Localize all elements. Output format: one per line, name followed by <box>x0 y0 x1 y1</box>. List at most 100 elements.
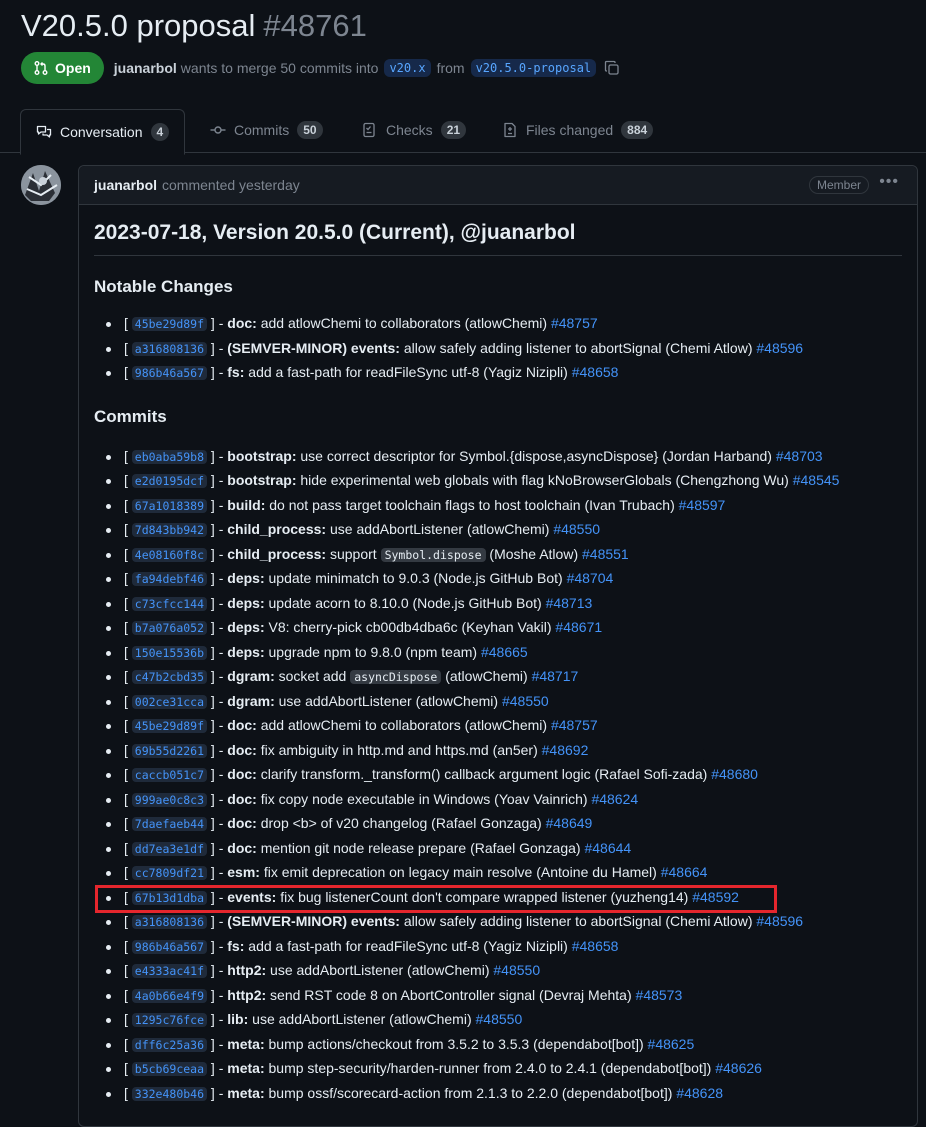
description: update acorn to 8.10.0 (Node.js GitHub B… <box>268 594 542 611</box>
commit-sha-link[interactable]: eb0aba59b8 <box>131 449 208 464</box>
commit-sha-link[interactable]: 986b46a567 <box>131 939 208 954</box>
subsystem: deps <box>227 619 260 635</box>
commit-sha-link[interactable]: a316808136 <box>131 341 208 356</box>
pr-link[interactable]: #48703 <box>776 448 823 464</box>
commit-sha-link[interactable]: 45be29d89f <box>131 719 208 733</box>
tab-checks-label: Checks <box>386 122 433 138</box>
pr-link[interactable]: #48550 <box>493 962 540 978</box>
commit-sha-link[interactable]: fa94debf46 <box>131 572 208 586</box>
copy-icon[interactable] <box>604 60 620 76</box>
list-item: [ 4e08160f8c ] - child_process: support … <box>94 542 902 567</box>
pr-link[interactable]: #48665 <box>481 644 528 660</box>
tab-files-changed-count: 884 <box>621 121 654 139</box>
highlight-box <box>95 885 777 913</box>
pr-link[interactable]: #48550 <box>553 521 600 537</box>
commit-sha-link[interactable]: 45be29d89f <box>131 317 208 331</box>
open-state-badge: Open <box>21 52 104 84</box>
description: use addAbortListener (atlowChemi) <box>252 1011 472 1027</box>
list-item: [ 999ae0c8c3 ] - doc: fix copy node exec… <box>94 787 902 812</box>
description: bump ossf/scorecard-action from 2.1.3 to… <box>268 1084 673 1101</box>
description: update minimatch to 9.0.3 (Node.js GitHu… <box>268 570 563 586</box>
commit-sha-link[interactable]: 67a1018389 <box>131 498 208 513</box>
commit-sha-link[interactable]: 4a0b66e4f9 <box>131 988 208 1003</box>
commit-sha-link[interactable]: 69b55d2261 <box>131 743 208 758</box>
commit-sha-link[interactable]: c73cfcc144 <box>131 596 208 611</box>
pr-link[interactable]: #48628 <box>676 1085 723 1101</box>
pr-author-link[interactable]: juanarbol <box>114 60 177 76</box>
kebab-menu-icon[interactable]: ••• <box>879 173 899 191</box>
description: send RST code 8 on AbortController signa… <box>270 986 632 1003</box>
release-heading: 2023-07-18, Version 20.5.0 (Current), @j… <box>94 221 902 256</box>
pr-link[interactable]: #48551 <box>582 546 629 562</box>
pr-link[interactable]: #48626 <box>715 1060 762 1076</box>
description: clarify transform._transform() callback … <box>260 766 708 782</box>
pr-link[interactable]: #48713 <box>546 595 593 611</box>
pr-link[interactable]: #48596 <box>756 340 803 356</box>
commit-sha-link[interactable]: 7daefaeb44 <box>131 817 208 831</box>
pr-link[interactable]: #48625 <box>648 1036 695 1052</box>
list-item: [ 67a1018389 ] - build: do not pass targ… <box>94 493 902 518</box>
commit-sha-link[interactable]: a316808136 <box>131 915 208 929</box>
commit-sha-link[interactable]: 150e15536b <box>131 645 208 660</box>
tab-checks[interactable]: Checks 21 <box>362 108 467 152</box>
pr-link[interactable]: #48692 <box>542 742 589 758</box>
comment-meta[interactable]: commented yesterday <box>162 177 300 193</box>
description: add a fast-path for readFileSync utf-8 (… <box>248 364 568 380</box>
tab-commits-count: 50 <box>297 121 323 139</box>
commit-sha-link[interactable]: 1295c76fce <box>131 1013 208 1027</box>
pr-link[interactable]: #48545 <box>793 472 840 488</box>
pr-link[interactable]: #48597 <box>679 497 726 513</box>
commit-sha-link[interactable]: c47b2cbd35 <box>131 670 208 684</box>
commit-sha-link[interactable]: 332e480b46 <box>131 1086 208 1101</box>
tab-files-changed[interactable]: Files changed 884 <box>502 108 654 152</box>
commit-sha-link[interactable]: dd7ea3e1df <box>131 841 208 856</box>
pr-link[interactable]: #48658 <box>572 364 619 380</box>
commit-sha-link[interactable]: 4e08160f8c <box>131 547 208 562</box>
commit-sha-link[interactable]: cc7809df21 <box>131 866 208 880</box>
commit-sha-link[interactable]: dff6c25a36 <box>131 1037 208 1052</box>
subsystem: meta <box>227 1035 260 1052</box>
pr-link[interactable]: #48757 <box>551 717 598 733</box>
pr-link[interactable]: #48757 <box>551 315 598 331</box>
pr-link[interactable]: #48658 <box>572 938 619 954</box>
commit-sha-link[interactable]: 999ae0c8c3 <box>131 792 208 807</box>
list-item: [ 45be29d89f ] - doc: add atlowChemi to … <box>94 311 902 336</box>
description: bump step-security/harden-runner from 2.… <box>268 1060 712 1076</box>
commit-sha-link[interactable]: e2d0195dcf <box>131 474 208 488</box>
pr-link[interactable]: #48649 <box>546 815 593 831</box>
list-item: [ b5cb69ceaa ] - meta: bump step-securit… <box>94 1056 902 1081</box>
pr-link[interactable]: #48680 <box>711 766 758 782</box>
commit-sha-link[interactable]: caccb051c7 <box>131 768 208 782</box>
commit-sha-link[interactable]: e4333ac41f <box>131 964 208 978</box>
commit-sha-link[interactable]: b7a076a052 <box>131 621 208 635</box>
head-branch[interactable]: v20.5.0-proposal <box>470 59 597 77</box>
commit-sha-link[interactable]: 7d843bb942 <box>131 523 208 537</box>
tab-commits[interactable]: Commits 50 <box>210 108 323 152</box>
pr-link[interactable]: #48573 <box>636 987 683 1003</box>
tab-conversation[interactable]: Conversation 4 <box>20 109 186 155</box>
description: add a fast-path for readFileSync utf-8 (… <box>248 937 568 954</box>
pr-link[interactable]: #48671 <box>555 619 602 635</box>
comment-card: juanarbol commented yesterday Member •••… <box>78 165 918 1127</box>
pr-link[interactable]: #48717 <box>532 668 579 684</box>
base-branch[interactable]: v20.x <box>384 59 431 77</box>
pr-link[interactable]: #48624 <box>591 791 638 807</box>
pr-link[interactable]: #48550 <box>476 1011 523 1027</box>
pr-link[interactable]: #48550 <box>502 693 549 709</box>
list-item: [ cc7809df21 ] - esm: fix emit deprecati… <box>94 860 902 885</box>
pr-link[interactable]: #48704 <box>567 570 614 586</box>
comment-author[interactable]: juanarbol <box>94 177 157 193</box>
avatar[interactable] <box>21 165 61 205</box>
commit-sha-link[interactable]: 986b46a567 <box>131 366 208 380</box>
description: drop <b> of v20 changelog (Rafael Gonzag… <box>260 815 542 831</box>
subsystem: meta <box>227 1060 260 1076</box>
pr-link[interactable]: #48664 <box>661 864 708 880</box>
pr-link[interactable]: #48596 <box>756 913 803 929</box>
commit-sha-link[interactable]: b5cb69ceaa <box>131 1062 208 1076</box>
pr-link[interactable]: #48644 <box>584 840 631 856</box>
description: add atlowChemi to collaborators (atlowCh… <box>260 717 548 733</box>
list-item: [ 69b55d2261 ] - doc: fix ambiguity in h… <box>94 738 902 763</box>
subsystem: lib <box>227 1011 244 1027</box>
commit-sha-link[interactable]: 002ce31cca <box>131 694 208 709</box>
description: add atlowChemi to collaborators (atlowCh… <box>260 315 548 331</box>
